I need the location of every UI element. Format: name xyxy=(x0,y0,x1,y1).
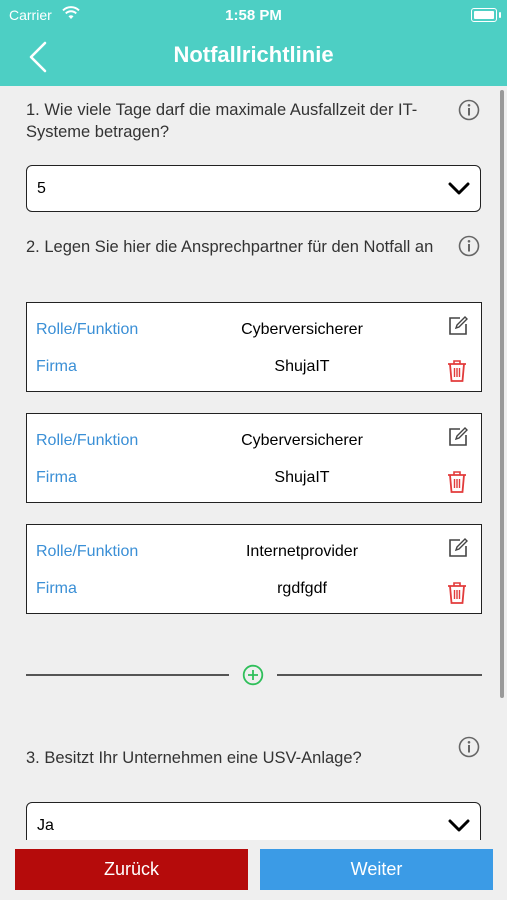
company-label: Firma xyxy=(36,469,77,486)
edit-icon[interactable] xyxy=(447,426,469,448)
ups-select[interactable]: Ja xyxy=(26,802,481,840)
battery-icon xyxy=(471,8,501,22)
add-contact-icon[interactable] xyxy=(242,664,264,686)
role-label: Rolle/Funktion xyxy=(36,543,139,560)
contact-card: Rolle/Funktion Internetprovider Firma rg… xyxy=(26,524,482,614)
company-label: Firma xyxy=(36,580,77,597)
chevron-down-icon xyxy=(448,819,470,832)
status-bar: Carrier 1:58 PM xyxy=(0,6,507,24)
divider-left xyxy=(26,674,229,676)
question-2: 2. Legen Sie hier die Ansprechpartner fü… xyxy=(26,238,434,256)
contact-card: Rolle/Funktion Cyberversicherer Firma Sh… xyxy=(26,413,482,503)
info-icon[interactable] xyxy=(458,99,480,121)
role-label: Rolle/Funktion xyxy=(36,321,139,338)
trash-icon[interactable] xyxy=(447,470,467,494)
chevron-down-icon xyxy=(448,182,470,195)
form-content[interactable]: 1. Wie viele Tage darf die maximale Ausf… xyxy=(0,86,507,840)
clock: 1:58 PM xyxy=(225,7,282,24)
ups-select-value: Ja xyxy=(37,817,54,834)
role-value: Internetprovider xyxy=(245,543,359,560)
days-select-value: 5 xyxy=(37,180,46,197)
company-label: Firma xyxy=(36,358,77,375)
back-button[interactable]: Zurück xyxy=(15,849,248,890)
question-1: 1. Wie viele Tage darf die maximale Ausf… xyxy=(26,101,418,141)
trash-icon[interactable] xyxy=(447,359,467,383)
company-value: ShujaIT xyxy=(274,469,330,486)
page-title: Notfallrichtlinie xyxy=(173,42,334,67)
divider-right xyxy=(277,674,482,676)
scrollbar[interactable] xyxy=(500,90,504,698)
trash-icon[interactable] xyxy=(447,581,467,605)
header-bar: Carrier 1:58 PM Notfallrichtlinie xyxy=(0,0,507,86)
next-button[interactable]: Weiter xyxy=(260,849,493,890)
role-value: Cyberversicherer xyxy=(241,432,363,449)
role-label: Rolle/Funktion xyxy=(36,432,139,449)
contact-card: Rolle/Funktion Cyberversicherer Firma Sh… xyxy=(26,302,482,392)
role-value: Cyberversicherer xyxy=(241,321,363,338)
days-select[interactable]: 5 xyxy=(26,165,481,212)
info-icon[interactable] xyxy=(458,235,480,257)
company-value: ShujaIT xyxy=(274,358,330,375)
info-icon[interactable] xyxy=(458,736,480,758)
edit-icon[interactable] xyxy=(447,315,469,337)
company-value: rgdfgdf xyxy=(277,580,327,597)
bottom-bar: Zurück Weiter xyxy=(0,840,507,900)
question-3: 3. Besitzt Ihr Unternehmen eine USV-Anla… xyxy=(26,749,362,767)
edit-icon[interactable] xyxy=(447,537,469,559)
